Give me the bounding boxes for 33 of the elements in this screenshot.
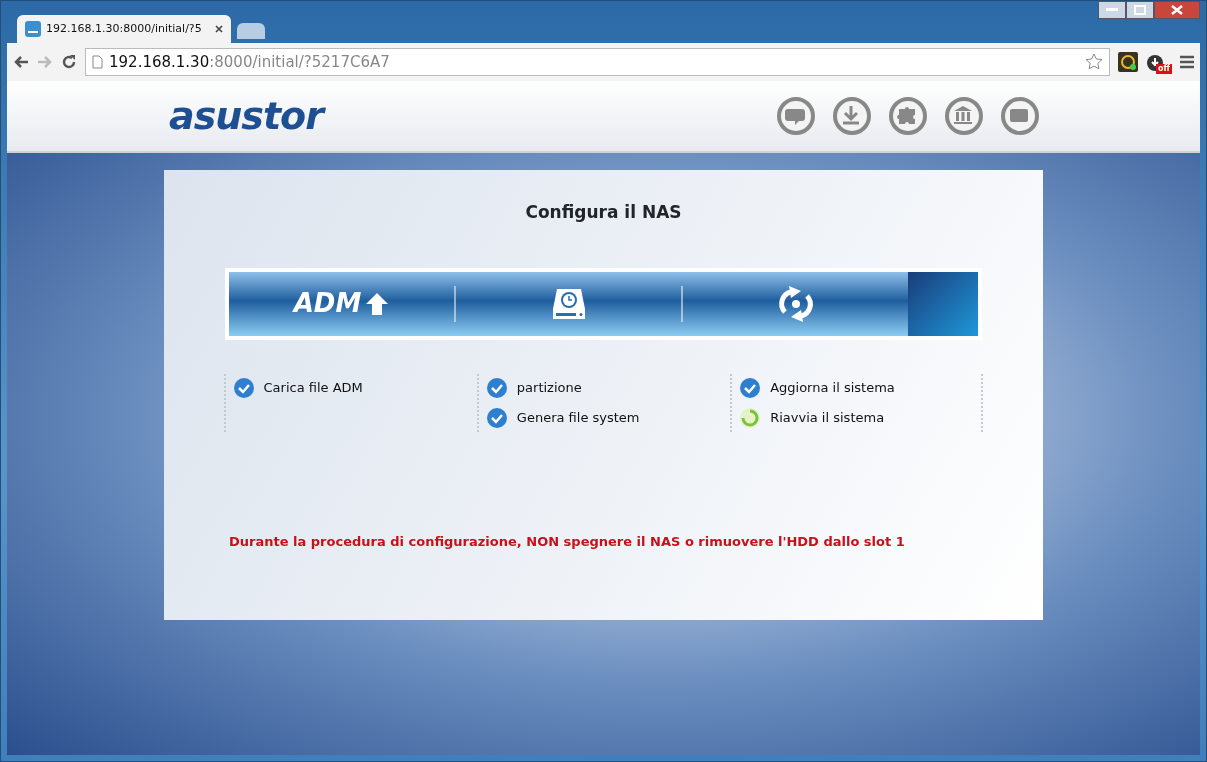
refresh-icon <box>776 285 815 322</box>
banner-logo: ADM <box>293 287 362 320</box>
banner-corner <box>908 271 978 336</box>
close-button[interactable] <box>1154 1 1200 19</box>
page-icon <box>92 55 103 69</box>
maximize-button[interactable] <box>1126 1 1154 19</box>
step-label: Aggiorna il sistema <box>770 378 895 397</box>
close-tab-icon[interactable] <box>214 25 223 33</box>
minimize-button[interactable] <box>1098 1 1126 19</box>
menu-icon[interactable] <box>1180 55 1194 69</box>
back-icon[interactable] <box>13 55 29 69</box>
step-label: Carica file ADM <box>263 378 363 397</box>
app-icon <box>25 21 41 37</box>
extension-icon[interactable] <box>1118 52 1138 72</box>
up-arrow-icon <box>365 291 390 316</box>
bank-icon[interactable] <box>944 96 984 136</box>
star-icon[interactable] <box>1085 53 1103 72</box>
close-icon <box>1171 5 1183 15</box>
off-badge: off <box>1156 64 1172 74</box>
address-field[interactable]: 192.168.1.30:8000/initial/?5217C6A7 <box>85 48 1110 76</box>
mail-icon[interactable] <box>1000 96 1040 136</box>
minimize-icon <box>1106 8 1118 12</box>
dialog-title: Configura il NAS <box>525 201 682 224</box>
reload-icon[interactable] <box>61 54 77 70</box>
step-label: partizione <box>516 378 582 397</box>
step-label: Riavvia il sistema <box>770 408 885 427</box>
chat-icon[interactable] <box>776 96 816 136</box>
browser-tab[interactable]: 192.168.1.30:8000/initial/?5 <box>17 15 231 43</box>
step-label: Genera file system <box>516 408 640 427</box>
new-tab-button[interactable] <box>236 23 265 39</box>
puzzle-icon[interactable] <box>888 96 928 136</box>
maximize-icon <box>1134 5 1146 15</box>
warning-message: Durante la procedura di configurazione, NON spegnere il NAS o rimuovere l'HDD dallo slot 1 <box>229 532 905 551</box>
